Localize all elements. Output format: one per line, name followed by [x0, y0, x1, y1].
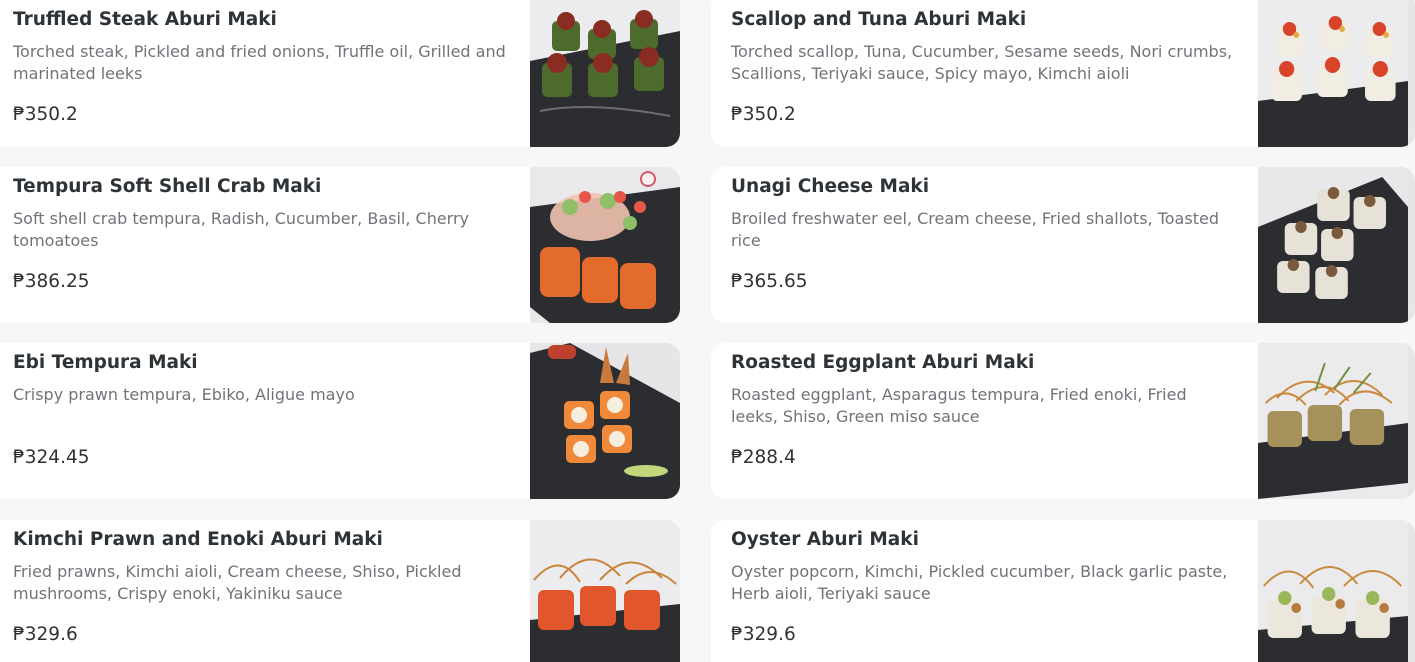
soft-shell-crab-photo	[530, 167, 680, 323]
menu-item-price: ₱324.45	[13, 447, 90, 468]
menu-item-description: Crispy prawn tempura, Ebiko, Aligue mayo	[13, 385, 355, 404]
menu-item-name: Scallop and Tuna Aburi Maki	[731, 9, 1027, 30]
menu-item-name: Kimchi Prawn and Enoki Aburi Maki	[13, 529, 383, 550]
kimchi-prawn-photo	[530, 520, 680, 662]
menu-item-photo[interactable]	[1258, 0, 1415, 147]
menu-item-info: Roasted Eggplant Aburi Maki Roasted eggp…	[731, 343, 1241, 499]
menu-item-name: Roasted Eggplant Aburi Maki	[731, 352, 1035, 373]
menu-item-card[interactable]: Oyster Aburi Maki Oyster popcorn, Kimchi…	[711, 520, 1415, 662]
truffled-steak-photo	[530, 0, 680, 147]
menu-item-name: Tempura Soft Shell Crab Maki	[13, 176, 322, 197]
unagi-cheese-photo	[1258, 167, 1408, 323]
menu-item-info: Unagi Cheese Maki Broiled freshwater eel…	[731, 167, 1241, 323]
menu-item-card[interactable]: Kimchi Prawn and Enoki Aburi Maki Fried …	[0, 520, 680, 662]
menu-item-photo[interactable]	[530, 520, 680, 662]
menu-item-price: ₱386.25	[13, 271, 90, 292]
menu-item-name: Oyster Aburi Maki	[731, 529, 919, 550]
menu-item-card[interactable]: Tempura Soft Shell Crab Maki Soft shell …	[0, 167, 680, 323]
menu-item-description: Roasted eggplant, Asparagus tempura, Fri…	[731, 385, 1187, 426]
menu-item-card[interactable]: Scallop and Tuna Aburi Maki Torched scal…	[711, 0, 1415, 147]
menu-item-description: Torched steak, Pickled and fried onions,…	[13, 42, 506, 83]
oyster-aburi-photo	[1258, 520, 1408, 662]
menu-item-info: Scallop and Tuna Aburi Maki Torched scal…	[731, 0, 1241, 147]
menu-grid: Truffled Steak Aburi Maki Torched steak,…	[0, 0, 1415, 662]
menu-item-price: ₱350.2	[731, 104, 796, 125]
ebi-tempura-photo	[530, 343, 680, 499]
menu-item-name: Unagi Cheese Maki	[731, 176, 930, 197]
menu-item-photo[interactable]	[530, 167, 680, 323]
menu-item-description: Torched scallop, Tuna, Cucumber, Sesame …	[731, 42, 1233, 83]
menu-item-info: Truffled Steak Aburi Maki Torched steak,…	[13, 0, 523, 147]
menu-item-price: ₱365.65	[731, 271, 808, 292]
menu-item-description: Broiled freshwater eel, Cream cheese, Fr…	[731, 209, 1219, 250]
menu-item-card[interactable]: Unagi Cheese Maki Broiled freshwater eel…	[711, 167, 1415, 323]
menu-item-name: Ebi Tempura Maki	[13, 352, 198, 373]
menu-item-photo[interactable]	[530, 343, 680, 499]
menu-item-info: Ebi Tempura Maki Crispy prawn tempura, E…	[13, 343, 523, 499]
menu-item-description: Fried prawns, Kimchi aioli, Cream cheese…	[13, 562, 462, 603]
menu-item-description: Soft shell crab tempura, Radish, Cucumbe…	[13, 209, 470, 250]
menu-item-card[interactable]: Roasted Eggplant Aburi Maki Roasted eggp…	[711, 343, 1415, 499]
menu-item-card[interactable]: Truffled Steak Aburi Maki Torched steak,…	[0, 0, 680, 147]
menu-item-price: ₱350.2	[13, 104, 78, 125]
menu-item-info: Tempura Soft Shell Crab Maki Soft shell …	[13, 167, 523, 323]
menu-item-info: Oyster Aburi Maki Oyster popcorn, Kimchi…	[731, 520, 1241, 662]
menu-item-info: Kimchi Prawn and Enoki Aburi Maki Fried …	[13, 520, 523, 662]
menu-item-description: Oyster popcorn, Kimchi, Pickled cucumber…	[731, 562, 1228, 603]
menu-item-name: Truffled Steak Aburi Maki	[13, 9, 277, 30]
menu-item-price: ₱288.4	[731, 447, 796, 468]
menu-item-photo[interactable]	[530, 0, 680, 147]
menu-item-photo[interactable]	[1258, 343, 1415, 499]
menu-item-photo[interactable]	[1258, 167, 1415, 323]
menu-item-price: ₱329.6	[731, 624, 796, 645]
scallop-tuna-photo	[1258, 0, 1408, 147]
menu-item-price: ₱329.6	[13, 624, 78, 645]
menu-item-card[interactable]: Ebi Tempura Maki Crispy prawn tempura, E…	[0, 343, 680, 499]
roasted-eggplant-photo	[1258, 343, 1408, 499]
menu-item-photo[interactable]	[1258, 520, 1415, 662]
